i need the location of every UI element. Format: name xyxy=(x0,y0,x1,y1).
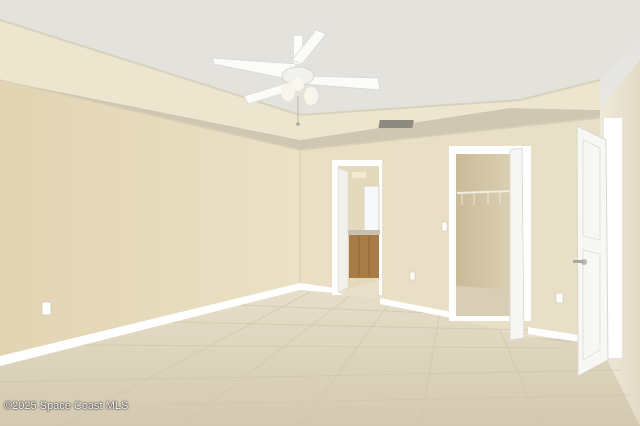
wall-outlet-right xyxy=(555,292,564,304)
bathroom-cabinet xyxy=(349,234,379,278)
closet-floor xyxy=(456,286,512,316)
wall-outlet-left xyxy=(41,301,52,316)
bathroom-window xyxy=(363,185,380,233)
closet-door-open[interactable] xyxy=(509,147,525,341)
wall-outlet-back xyxy=(409,271,416,281)
light-switch xyxy=(441,221,448,232)
fan-light xyxy=(292,77,304,91)
door-lever xyxy=(573,260,583,263)
bathroom-counter xyxy=(348,230,380,235)
ac-vent xyxy=(378,120,414,128)
bathroom-door-open[interactable] xyxy=(337,167,349,293)
entry-door[interactable] xyxy=(576,125,609,377)
mls-watermark: ©2025 Space Coast MLS xyxy=(4,400,129,412)
fan-light xyxy=(304,87,318,105)
empty-bedroom-photo xyxy=(0,0,640,426)
bathroom-light xyxy=(352,172,366,178)
